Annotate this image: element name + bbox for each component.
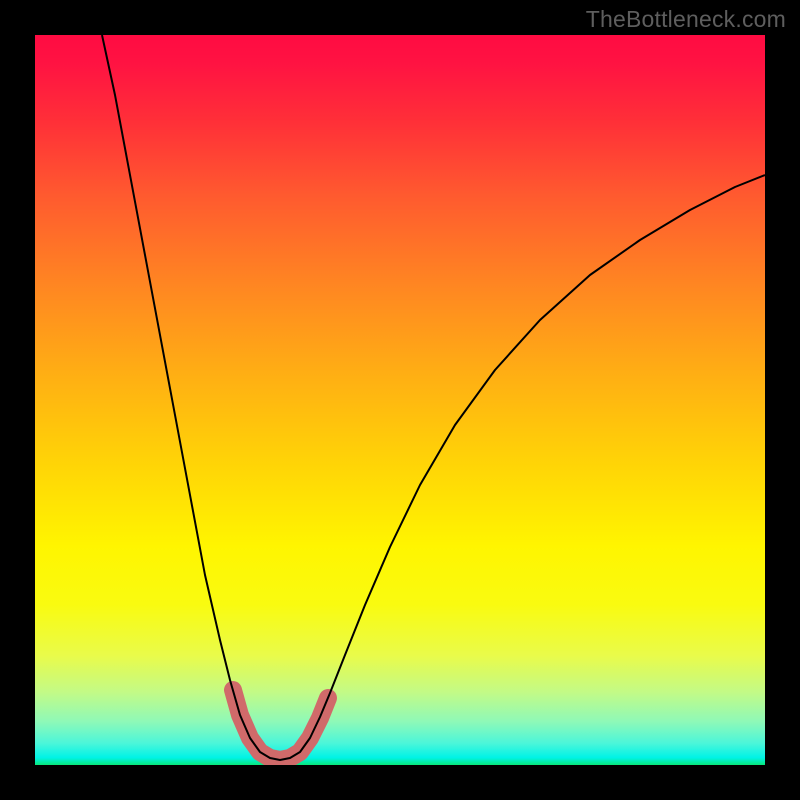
watermark-text: TheBottleneck.com <box>586 6 786 33</box>
chart-svg <box>35 35 765 765</box>
bottom-highlight-path <box>233 690 328 760</box>
main-curve-path <box>102 35 765 760</box>
chart-plot-area <box>35 35 765 765</box>
